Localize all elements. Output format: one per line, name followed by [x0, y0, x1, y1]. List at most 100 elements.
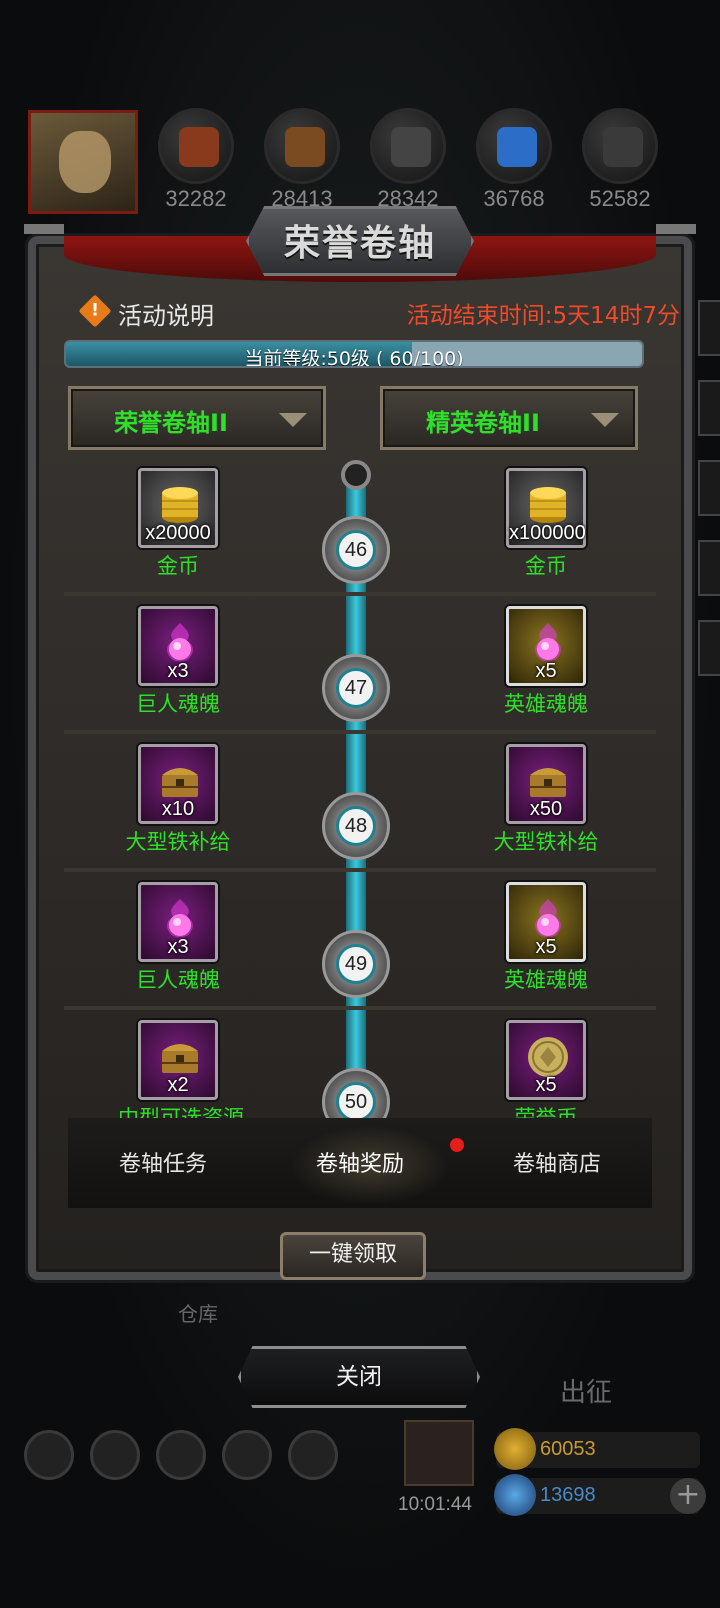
ore-icon: [603, 127, 643, 167]
right-reward-item[interactable]: x5 荣誉币: [486, 1020, 606, 1124]
planks-icon: [285, 127, 325, 167]
reward-count: x3: [167, 936, 189, 958]
level-number: 47: [336, 668, 376, 708]
resource-ore: 52582: [580, 108, 660, 212]
end-time-text: 活动结束时间:5天14时7分: [406, 303, 680, 329]
reward-icon-frame: x5: [506, 882, 586, 962]
mail-icon[interactable]: [222, 1430, 272, 1480]
avatar-portrait: [59, 131, 111, 193]
gem-value: 13698: [540, 1484, 596, 1506]
player-avatar[interactable]: [28, 110, 138, 214]
chevron-down-icon: [591, 413, 619, 427]
side-tab[interactable]: [698, 380, 720, 436]
level-number: 49: [336, 944, 376, 984]
reward-icon-frame: x2: [138, 1020, 218, 1100]
settings-icon[interactable]: [24, 1430, 74, 1480]
reward-icon-frame: x3: [138, 606, 218, 686]
left-scroll-selector[interactable]: 荣誉卷轴II: [68, 386, 326, 450]
gift-icon[interactable]: [404, 1420, 474, 1486]
resource-planks: 28413: [262, 108, 342, 212]
level-node: 46: [322, 516, 390, 584]
tab-scroll-tasks[interactable]: 卷轴任务: [68, 1146, 258, 1178]
bottom-tabs: 卷轴任务 卷轴奖励 卷轴商店: [68, 1118, 652, 1208]
reward-icon-frame: x10: [138, 744, 218, 824]
side-tab[interactable]: [698, 460, 720, 516]
side-tab[interactable]: [698, 540, 720, 596]
frame-spike: [24, 224, 64, 234]
claim-all-button[interactable]: 一键领取: [280, 1232, 426, 1280]
add-resource-button[interactable]: +: [670, 1478, 706, 1514]
tab-scroll-rewards[interactable]: 卷轴奖励: [265, 1146, 455, 1178]
activity-info-link[interactable]: 活动说明: [118, 296, 214, 331]
reward-count: x5: [535, 936, 557, 958]
reward-icon-frame: x5: [506, 606, 586, 686]
dialog-title: 荣誉卷轴: [283, 222, 436, 264]
reward-name: 金币: [525, 554, 567, 578]
gate-icon[interactable]: [156, 1430, 206, 1480]
reward-icon-frame: x20000: [138, 468, 218, 548]
reward-count: x5: [535, 1074, 557, 1096]
close-button[interactable]: 关闭: [238, 1346, 480, 1408]
right-selector-label: 精英卷轴II: [426, 409, 540, 437]
level-node: 49: [322, 930, 390, 998]
reward-name: 巨人魂魄: [136, 968, 220, 992]
reward-name: 巨人魂魄: [136, 692, 220, 716]
reward-count: x10: [161, 798, 195, 820]
tab-scroll-shop[interactable]: 卷轴商店: [462, 1146, 652, 1178]
reward-icon-frame: x100000: [506, 468, 586, 548]
right-scroll-selector[interactable]: 精英卷轴II: [380, 386, 638, 450]
gold-value: 60053: [540, 1438, 596, 1460]
level-progress-bar: 当前等级:50级 ( 60/100): [64, 340, 644, 368]
reward-icon-frame: x5: [506, 1020, 586, 1100]
left-reward-item[interactable]: x20000 金币: [118, 468, 238, 580]
iron-bars-icon: [391, 127, 431, 167]
reward-name: 大型铁补给: [125, 830, 231, 854]
level-number: 46: [336, 530, 376, 570]
wood-icon: [179, 127, 219, 167]
sortie-button[interactable]: 出征: [560, 1372, 612, 1409]
level-node: 47: [322, 654, 390, 722]
right-reward-item[interactable]: x100000 金币: [486, 468, 606, 580]
reward-count: x2: [167, 1074, 189, 1096]
left-reward-item[interactable]: x3 巨人魂魄: [118, 606, 238, 718]
left-reward-item[interactable]: x10 大型铁补给: [118, 744, 238, 856]
side-tab[interactable]: [698, 620, 720, 676]
right-reward-item[interactable]: x50 大型铁补给: [486, 744, 606, 856]
side-tabs: [698, 260, 720, 760]
gem-icon: [494, 1474, 536, 1516]
reward-count: x3: [167, 660, 189, 682]
reward-count: x50: [529, 798, 563, 820]
side-tab[interactable]: [698, 300, 720, 356]
reward-count: x5: [535, 660, 557, 682]
reward-icon-frame: x3: [138, 882, 218, 962]
resource-wood: 32282: [156, 108, 236, 212]
frame-spike: [656, 224, 696, 234]
reward-icon-frame: x50: [506, 744, 586, 824]
left-reward-item[interactable]: x2 中型可选资源: [118, 1020, 244, 1124]
map-icon[interactable]: [288, 1430, 338, 1480]
level-node: 48: [322, 792, 390, 860]
resource-iron: 28342: [368, 108, 448, 212]
info-row: ! 活动说明 活动结束时间:5天14时7分: [78, 294, 680, 331]
reward-name: 金币: [157, 554, 199, 578]
sword-icon[interactable]: [90, 1430, 140, 1480]
reward-count: x100000: [509, 522, 586, 544]
level-number: 48: [336, 806, 376, 846]
reward-name: 英雄魂魄: [504, 968, 588, 992]
left-selector-label: 荣誉卷轴II: [114, 409, 228, 437]
level-number: 50: [336, 1082, 376, 1122]
warning-icon[interactable]: !: [78, 294, 112, 328]
reward-count: x20000: [145, 522, 211, 544]
progress-text: 当前等级:50级 ( 60/100): [244, 348, 464, 368]
chevron-down-icon: [279, 413, 307, 427]
gold-display: 60053: [494, 1428, 700, 1470]
right-reward-item[interactable]: x5 英雄魂魄: [486, 606, 606, 718]
countdown-timer: 10:01:44: [398, 1494, 472, 1515]
gold-coin-icon: [494, 1428, 536, 1470]
resource-crystal: 36768: [474, 108, 554, 212]
resource-bar: 32282 28413 28342 36768 52582: [0, 108, 720, 218]
reward-list[interactable]: x20000 金币 x100000 金币 46 x3 巨人魂魄 x5 英雄魂魄 47 x10 大型铁补…: [64, 460, 656, 1124]
right-reward-item[interactable]: x5 英雄魂魄: [486, 882, 606, 994]
left-reward-item[interactable]: x3 巨人魂魄: [118, 882, 238, 994]
honor-scroll-dialog: 荣誉卷轴 ! 活动说明 活动结束时间:5天14时7分 当前等级:50级 ( 60…: [24, 206, 696, 1308]
